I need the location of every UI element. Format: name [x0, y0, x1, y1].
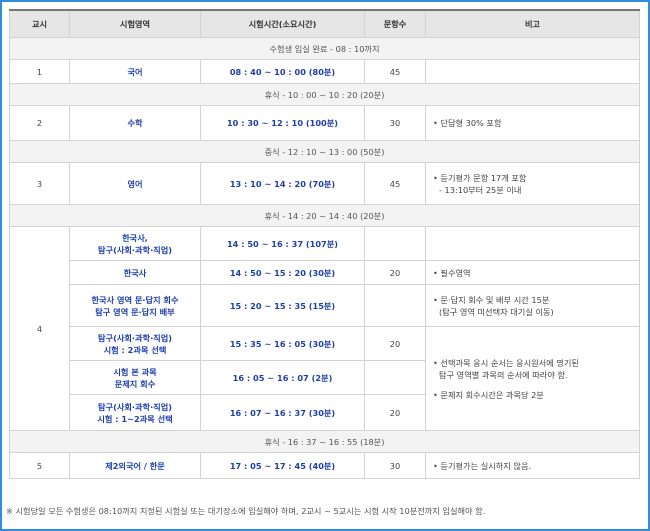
time-cell: 10 : 30 ~ 12 : 10 (100분)	[200, 105, 365, 141]
subject-line: 시험 본 과목	[113, 366, 157, 377]
break-entry: 수험생 입실 완료 - 08 : 10까지	[9, 37, 640, 60]
subject-cell: 탐구(사회·과학·직업) 시험 : 1~2과목 선택	[69, 394, 201, 431]
time-cell: 16 : 05 ~ 16 : 07 (2분)	[200, 360, 365, 395]
header-time: 시험시간(소요시간)	[200, 9, 365, 38]
note-cell: • 선택과목 응시 순서는 응시원서에 명기된 탐구 영역별 과목의 순서에 따…	[425, 326, 640, 431]
count-cell: 20	[364, 394, 426, 431]
period-number: 2	[9, 105, 70, 141]
subject-cell: 탐구(사회·과학·직업) 시험 : 2과목 선택	[69, 326, 201, 361]
table-header-row: 교시 시험영역 시험시간(소요시간) 문항수 비고	[9, 9, 640, 38]
count-cell: 30	[364, 105, 426, 141]
break-row: 휴식 - 10 : 00 ~ 10 : 20 (20분)	[9, 83, 640, 106]
note-cell: • 필수영역	[425, 260, 640, 285]
exam-schedule-table: 교시 시험영역 시험시간(소요시간) 문항수 비고 수험생 입실 완료 - 08…	[9, 9, 640, 479]
table-row: 한국사 영역 문·답지 회수 탐구 영역 문·답지 배부 15 : 20 ~ 1…	[10, 284, 640, 327]
note-line: • 문제지 회수시간은 과목당 2분	[433, 389, 544, 400]
note-line: • 선택과목 응시 순서는 응시원서에 명기된	[433, 357, 579, 368]
time-cell: 14 : 50 ~ 15 : 20 (30분)	[200, 260, 365, 285]
time-cell: 08 : 40 ~ 10 : 00 (80분)	[200, 59, 365, 84]
header-period: 교시	[9, 9, 70, 38]
subject-cell: 수학	[69, 105, 201, 141]
subject-line: 한국사,	[122, 232, 148, 243]
note-line: • 문·답지 회수 및 배부 시간 15분	[433, 294, 550, 305]
count-cell: 20	[364, 260, 426, 285]
note-cell: • 문·답지 회수 및 배부 시간 15분 (탐구 영역 미선택자 대기실 이동…	[425, 284, 640, 327]
subject-line: 시험 : 1~2과목 선택	[97, 413, 173, 424]
subject-cell: 시험 본 과목 문제지 회수	[69, 360, 201, 395]
break-rest2: 휴식 - 14 : 20 ~ 14 : 40 (20분)	[9, 204, 640, 227]
note-cell	[425, 226, 640, 261]
note-line: • 듣기평가 문항 17개 포함	[433, 172, 527, 183]
header-note: 비고	[425, 9, 640, 38]
table-row: 5 제2외국어 / 한문 17 : 05 ~ 17 : 45 (40분) 30 …	[9, 452, 640, 479]
period-number: 5	[9, 452, 70, 479]
footnote: ※ 시험당일 모든 수험생은 08:10까지 지정된 시험실 또는 대기장소에 …	[6, 506, 486, 516]
table-row: 탐구(사회·과학·직업) 시험 : 2과목 선택 15 : 35 ~ 16 : …	[10, 326, 640, 431]
table-row: 2 수학 10 : 30 ~ 12 : 10 (100분) 30 • 단답형 3…	[9, 105, 640, 141]
subject-line: 문제지 회수	[114, 378, 156, 389]
table-row: 3 영어 13 : 10 ~ 14 : 20 (70분) 45 • 듣기평가 문…	[9, 162, 640, 205]
subject-line: 탐구(사회·과학·직업)	[98, 332, 172, 343]
subject-cell: 한국사	[69, 260, 201, 285]
note-line: - 13:10부터 25분 이내	[439, 184, 522, 195]
table-row: 4 한국사, 탐구(사회·과학·직업) 14 : 50 ~ 16 : 37 (1…	[9, 226, 640, 431]
break-row: 수험생 입실 완료 - 08 : 10까지	[9, 37, 640, 60]
time-cell: 13 : 10 ~ 14 : 20 (70분)	[200, 162, 365, 205]
count-cell	[364, 284, 426, 327]
note-line: (탐구 영역 미선택자 대기실 이동)	[439, 306, 554, 317]
note-cell: • 단답형 30% 포함	[425, 105, 640, 141]
period-number: 3	[9, 162, 70, 205]
break-row: 휴식 - 16 : 37 ~ 16 : 55 (18분)	[9, 430, 640, 453]
break-lunch: 중식 - 12 : 10 ~ 13 : 00 (50분)	[9, 140, 640, 163]
count-cell: 45	[364, 59, 426, 84]
subject-line: 탐구(사회·과학·직업)	[98, 401, 172, 412]
subject-cell: 한국사, 탐구(사회·과학·직업)	[69, 226, 201, 261]
subject-line: 탐구(사회·과학·직업)	[98, 244, 172, 255]
header-subject: 시험영역	[69, 9, 201, 38]
subject-line: 시험 : 2과목 선택	[103, 344, 167, 355]
note-cell	[425, 59, 640, 84]
time-cell: 17 : 05 ~ 17 : 45 (40분)	[200, 452, 365, 479]
count-cell	[364, 226, 426, 261]
subject-cell: 국어	[69, 59, 201, 84]
note-line: 탐구 영역별 과목의 순서에 따라야 함.	[439, 369, 568, 380]
note-cell: • 듣기평가는 실시하지 않음.	[425, 452, 640, 479]
count-cell: 30	[364, 452, 426, 479]
subject-line: 탐구 영역 문·답지 배부	[95, 306, 175, 317]
header-count: 문항수	[364, 9, 426, 38]
count-cell	[364, 360, 426, 395]
break-rest1: 휴식 - 10 : 00 ~ 10 : 20 (20분)	[9, 83, 640, 106]
period-number: 4	[9, 226, 70, 431]
table-row: 1 국어 08 : 40 ~ 10 : 00 (80분) 45	[9, 59, 640, 84]
table-row: 한국사 14 : 50 ~ 15 : 20 (30분) 20 • 필수영역	[10, 260, 640, 285]
time-cell: 16 : 07 ~ 16 : 37 (30분)	[200, 394, 365, 431]
time-cell: 15 : 20 ~ 15 : 35 (15분)	[200, 284, 365, 327]
break-row: 휴식 - 14 : 20 ~ 14 : 40 (20분)	[9, 204, 640, 227]
break-rest3: 휴식 - 16 : 37 ~ 16 : 55 (18분)	[9, 430, 640, 453]
subject-cell: 한국사 영역 문·답지 회수 탐구 영역 문·답지 배부	[69, 284, 201, 327]
subject-cell: 제2외국어 / 한문	[69, 452, 201, 479]
time-cell: 14 : 50 ~ 16 : 37 (107분)	[200, 226, 365, 261]
subject-cell: 영어	[69, 162, 201, 205]
count-cell: 20	[364, 326, 426, 361]
subject-line: 한국사 영역 문·답지 회수	[91, 294, 179, 305]
time-cell: 15 : 35 ~ 16 : 05 (30분)	[200, 326, 365, 361]
note-cell: • 듣기평가 문항 17개 포함 - 13:10부터 25분 이내	[425, 162, 640, 205]
period-number: 1	[9, 59, 70, 84]
break-row: 중식 - 12 : 10 ~ 13 : 00 (50분)	[9, 140, 640, 163]
count-cell: 45	[364, 162, 426, 205]
